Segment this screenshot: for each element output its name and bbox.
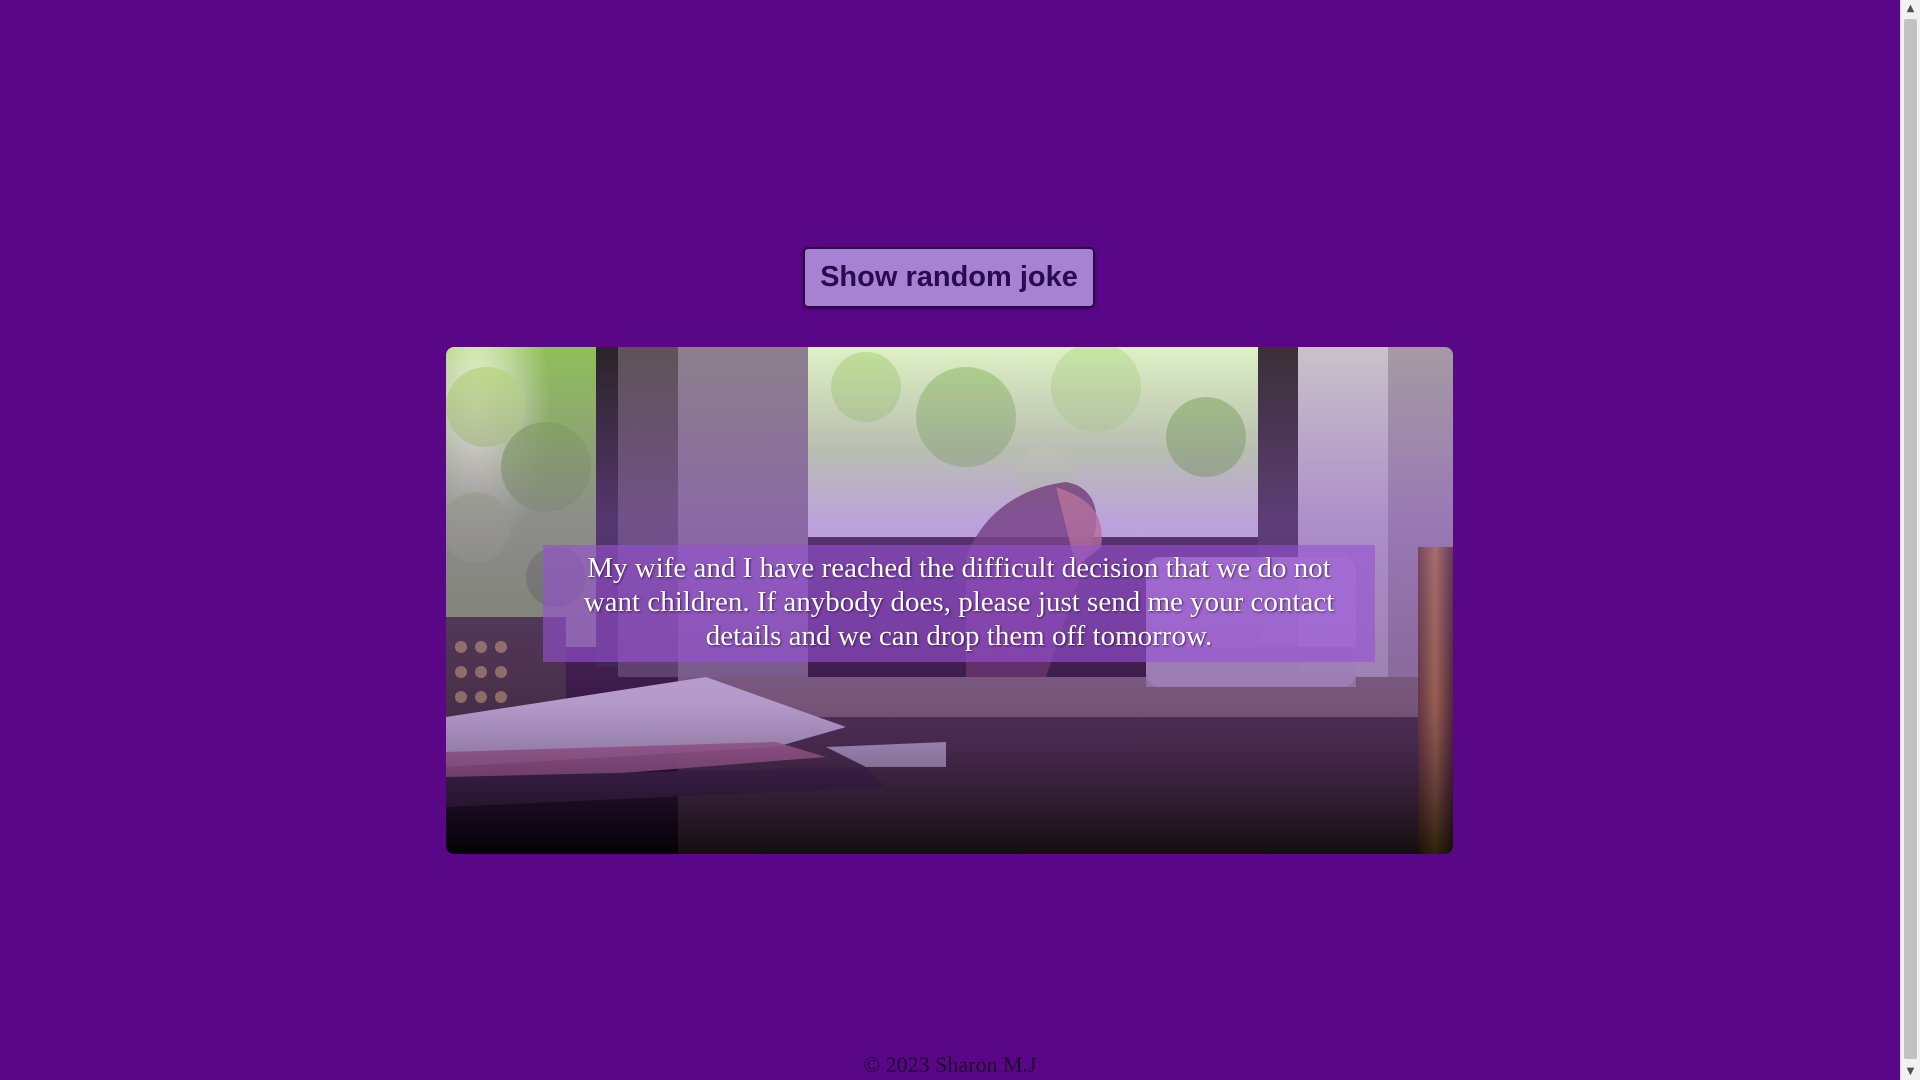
joke-card: My wife and I have reached the difficult… [446,347,1453,854]
show-random-joke-button[interactable]: Show random joke [803,247,1095,308]
page: Show random joke My wife and I have reac… [0,0,1900,1080]
joke-text: My wife and I have reached the difficult… [543,545,1375,662]
triangle-down-icon[interactable]: ▼ [1901,1063,1920,1080]
triangle-up-icon[interactable]: ▲ [1901,0,1920,17]
footer-copyright: © 2023 Sharon M.J [863,1052,1037,1077]
scrollbar-thumb[interactable] [1904,19,1917,1059]
vertical-scrollbar[interactable]: ▲ ▼ [1900,0,1920,1080]
